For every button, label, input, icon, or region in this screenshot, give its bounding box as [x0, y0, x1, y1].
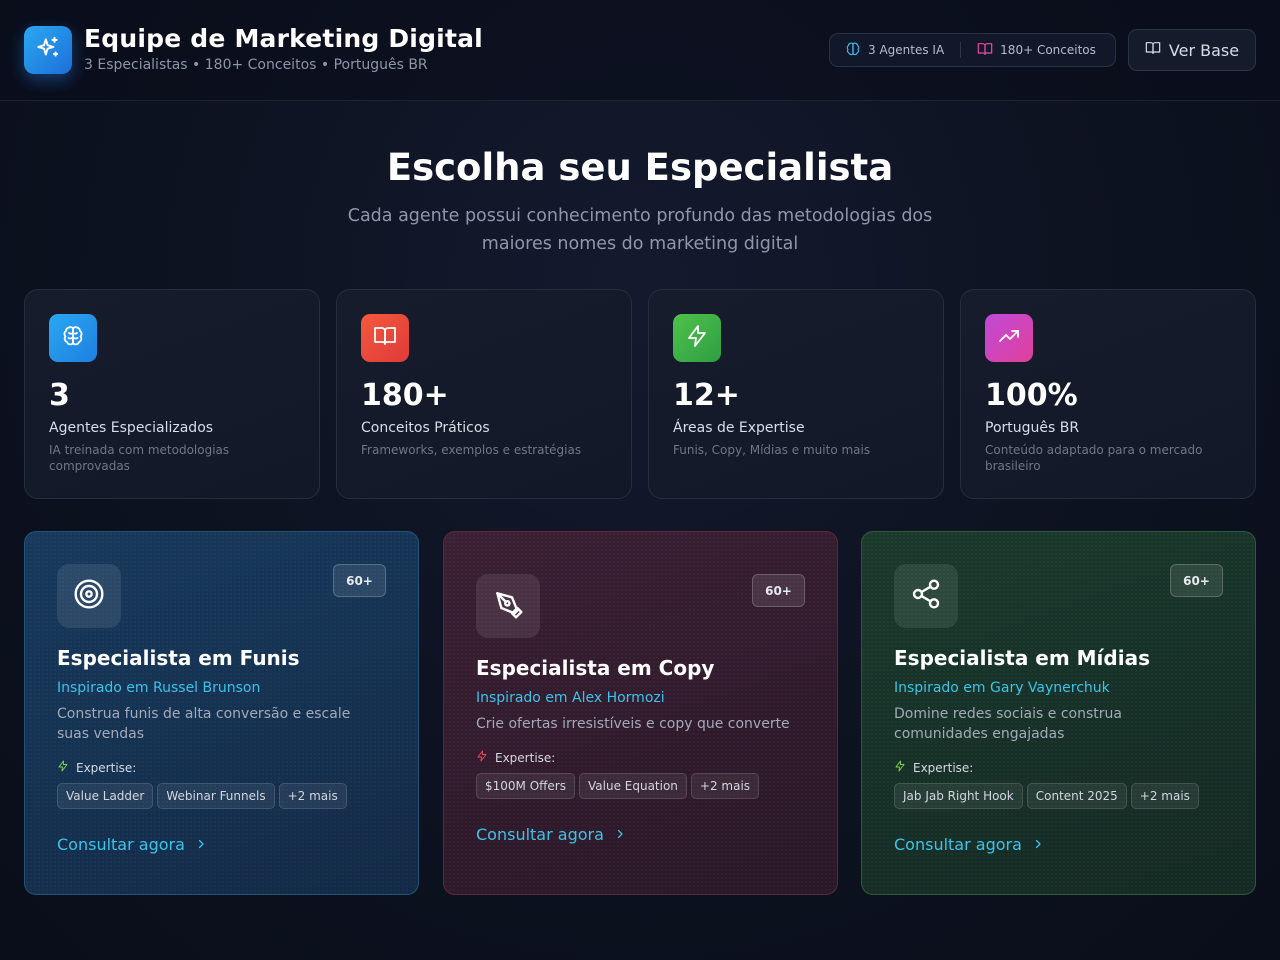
page-title: Escolha seu Especialista — [386, 146, 894, 189]
expertise-heading: Expertise: — [894, 760, 1223, 775]
divider — [960, 42, 962, 58]
agent-title: Especialista em Copy — [476, 656, 715, 680]
expertise-tag-more[interactable]: +2 mais — [1130, 783, 1199, 809]
expertise-label: Expertise: — [913, 760, 974, 775]
stat-icon-badge — [49, 314, 97, 362]
consult-button[interactable]: Consultar agora — [57, 835, 386, 854]
chevron-right-icon — [614, 825, 626, 844]
agent-inspiration: Inspirado em Alex Hormozi — [476, 690, 665, 706]
agent-card-midias[interactable]: 60+ Especialista em Mídias Inspirado em … — [861, 531, 1256, 895]
expertise-tags: $100M Offers Value Equation +2 mais — [476, 773, 805, 799]
header-stat-agents: 3 Agentes IA — [845, 41, 944, 60]
consult-button[interactable]: Consultar agora — [476, 825, 805, 844]
stat-icon-badge — [361, 314, 409, 362]
stat-description: IA treinada com metodologias comprovadas — [49, 443, 230, 473]
consult-button[interactable]: Consultar agora — [894, 835, 1223, 854]
expertise-tag-more[interactable]: +2 mais — [278, 783, 347, 809]
header-stat-concepts: 180+ Conceitos — [977, 41, 1096, 60]
expertise-tag: Value Equation — [579, 773, 687, 799]
app-header: Equipe de Marketing Digital 3 Especialis… — [0, 0, 1280, 101]
expertise-tags: Jab Jab Right Hook Content 2025 +2 mais — [894, 783, 1223, 809]
concept-count-badge: 60+ — [1170, 564, 1223, 597]
expertise-tag: Content 2025 — [1026, 783, 1127, 809]
expertise-tag-more[interactable]: +2 mais — [690, 773, 760, 799]
lightning-icon — [685, 324, 709, 352]
lightning-icon — [894, 760, 906, 775]
expertise-label: Expertise: — [495, 750, 556, 765]
stat-card-concepts: 180+ Conceitos Práticos Frameworks, exem… — [336, 289, 632, 499]
stat-card-areas: 12+ Áreas de Expertise Funis, Copy, Mídi… — [648, 289, 944, 499]
chevron-right-icon — [1032, 835, 1044, 854]
stat-card-portuguese: 100% Português BR Conteúdo adaptado para… — [960, 289, 1256, 499]
app-subtitle: 3 Especialistas • 180+ Conceitos • Portu… — [84, 57, 428, 73]
concept-count-badge: 60+ — [752, 574, 805, 607]
sparkles-icon — [35, 35, 61, 65]
lightning-icon — [476, 750, 488, 765]
ver-base-label: Ver Base — [1168, 40, 1240, 60]
agent-description: Crie ofertas irresistíveis e copy que co… — [476, 716, 790, 732]
header-stats: 3 Agentes IA 180+ Conceitos — [829, 33, 1116, 67]
ver-base-button[interactable]: Ver Base — [1128, 29, 1256, 71]
agent-icon-box — [57, 564, 121, 628]
stat-value: 180+ — [361, 378, 449, 413]
stat-description: Conteúdo adaptado para o mercado brasile… — [985, 443, 1203, 473]
agent-icon-box — [476, 574, 540, 638]
expertise-heading: Expertise: — [476, 750, 805, 765]
agent-description: Construa funis de alta conversão e escal… — [57, 706, 351, 742]
consult-label: Consultar agora — [57, 835, 185, 854]
stat-value: 12+ — [673, 378, 740, 413]
stat-description: Frameworks, exemplos e estratégias — [361, 443, 582, 457]
book-open-icon — [373, 324, 397, 352]
agent-title: Especialista em Funis — [57, 646, 300, 670]
stat-title: Português BR — [985, 420, 1080, 436]
concept-count-badge: 60+ — [333, 564, 386, 597]
agent-card-copy[interactable]: 60+ Especialista em Copy Inspirado em Al… — [443, 531, 838, 895]
brain-icon — [845, 41, 861, 60]
trending-up-icon — [997, 324, 1021, 352]
stat-title: Agentes Especializados — [49, 420, 214, 436]
chevron-right-icon — [195, 835, 207, 854]
agent-description: Domine redes sociais e construa comunida… — [894, 706, 1122, 742]
expertise-tag: Jab Jab Right Hook — [894, 783, 1023, 809]
stat-title: Conceitos Práticos — [361, 420, 490, 436]
agent-icon-box — [894, 564, 958, 628]
expertise-tag: Value Ladder — [57, 783, 154, 809]
expertise-tag: $100M Offers — [476, 773, 575, 799]
expertise-tag: Webinar Funnels — [157, 783, 275, 809]
app-title: Equipe de Marketing Digital — [84, 24, 483, 53]
stat-card-agents: 3 Agentes Especializados IA treinada com… — [24, 289, 320, 499]
consult-label: Consultar agora — [894, 835, 1022, 854]
consult-label: Consultar agora — [476, 825, 604, 844]
stat-icon-badge — [673, 314, 721, 362]
agent-title: Especialista em Mídias — [894, 646, 1150, 670]
stat-icon-badge — [985, 314, 1033, 362]
app-logo — [24, 26, 72, 74]
book-icon — [977, 41, 993, 60]
stat-title: Áreas de Expertise — [673, 420, 805, 436]
target-icon — [73, 578, 105, 614]
lightning-icon — [57, 760, 69, 775]
stat-description: Funis, Copy, Mídias e muito mais — [673, 443, 871, 457]
agent-inspiration: Inspirado em Gary Vaynerchuk — [894, 680, 1110, 696]
page-subtitle: Cada agente possui conhecimento profundo… — [347, 206, 933, 254]
expertise-label: Expertise: — [76, 760, 137, 775]
expertise-heading: Expertise: — [57, 760, 386, 775]
share-icon — [910, 578, 942, 614]
expertise-tags: Value Ladder Webinar Funnels +2 mais — [57, 783, 386, 809]
header-stat-concepts-label: 180+ Conceitos — [1000, 43, 1096, 57]
pen-tool-icon — [492, 588, 524, 624]
stat-value: 100% — [985, 378, 1078, 413]
header-stat-agents-label: 3 Agentes IA — [868, 43, 945, 57]
book-open-icon — [1145, 40, 1161, 60]
stat-value: 3 — [49, 378, 70, 413]
brain-icon — [61, 324, 85, 352]
agent-inspiration: Inspirado em Russel Brunson — [57, 680, 261, 696]
agent-card-funis[interactable]: 60+ Especialista em Funis Inspirado em R… — [24, 531, 419, 895]
